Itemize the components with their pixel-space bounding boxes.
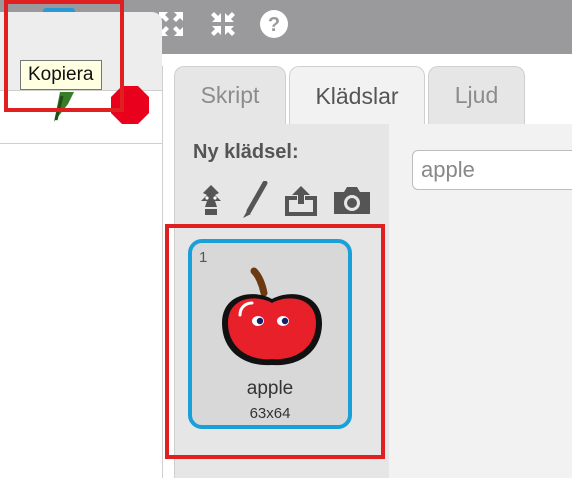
costume-size-label: 63x64 (249, 405, 291, 422)
paint-sprite-icon[interactable] (194, 180, 228, 220)
costume-name-label: apple (246, 378, 294, 399)
svg-text:?: ? (268, 14, 280, 36)
paintbrush-icon[interactable] (240, 180, 270, 220)
stop-icon[interactable] (110, 85, 150, 125)
stage-border (162, 66, 163, 478)
tab-costumes[interactable]: Klädslar (289, 66, 425, 126)
shrink-icon[interactable] (207, 8, 239, 40)
new-costume-label: Ny klädsel: (193, 141, 299, 163)
copy-tooltip: Kopiera (20, 60, 102, 90)
tab-sounds[interactable]: Ljud (428, 66, 525, 124)
costume-index: 1 (199, 249, 208, 266)
apple-costume-image (222, 267, 322, 366)
stage-divider (0, 143, 162, 144)
help-icon[interactable]: ? (258, 8, 290, 40)
upload-icon[interactable] (282, 180, 320, 220)
costume-name-input[interactable] (412, 150, 572, 190)
green-flag-icon[interactable] (48, 90, 78, 124)
camera-icon[interactable] (332, 180, 372, 220)
tab-scripts[interactable]: Skript (174, 66, 286, 124)
